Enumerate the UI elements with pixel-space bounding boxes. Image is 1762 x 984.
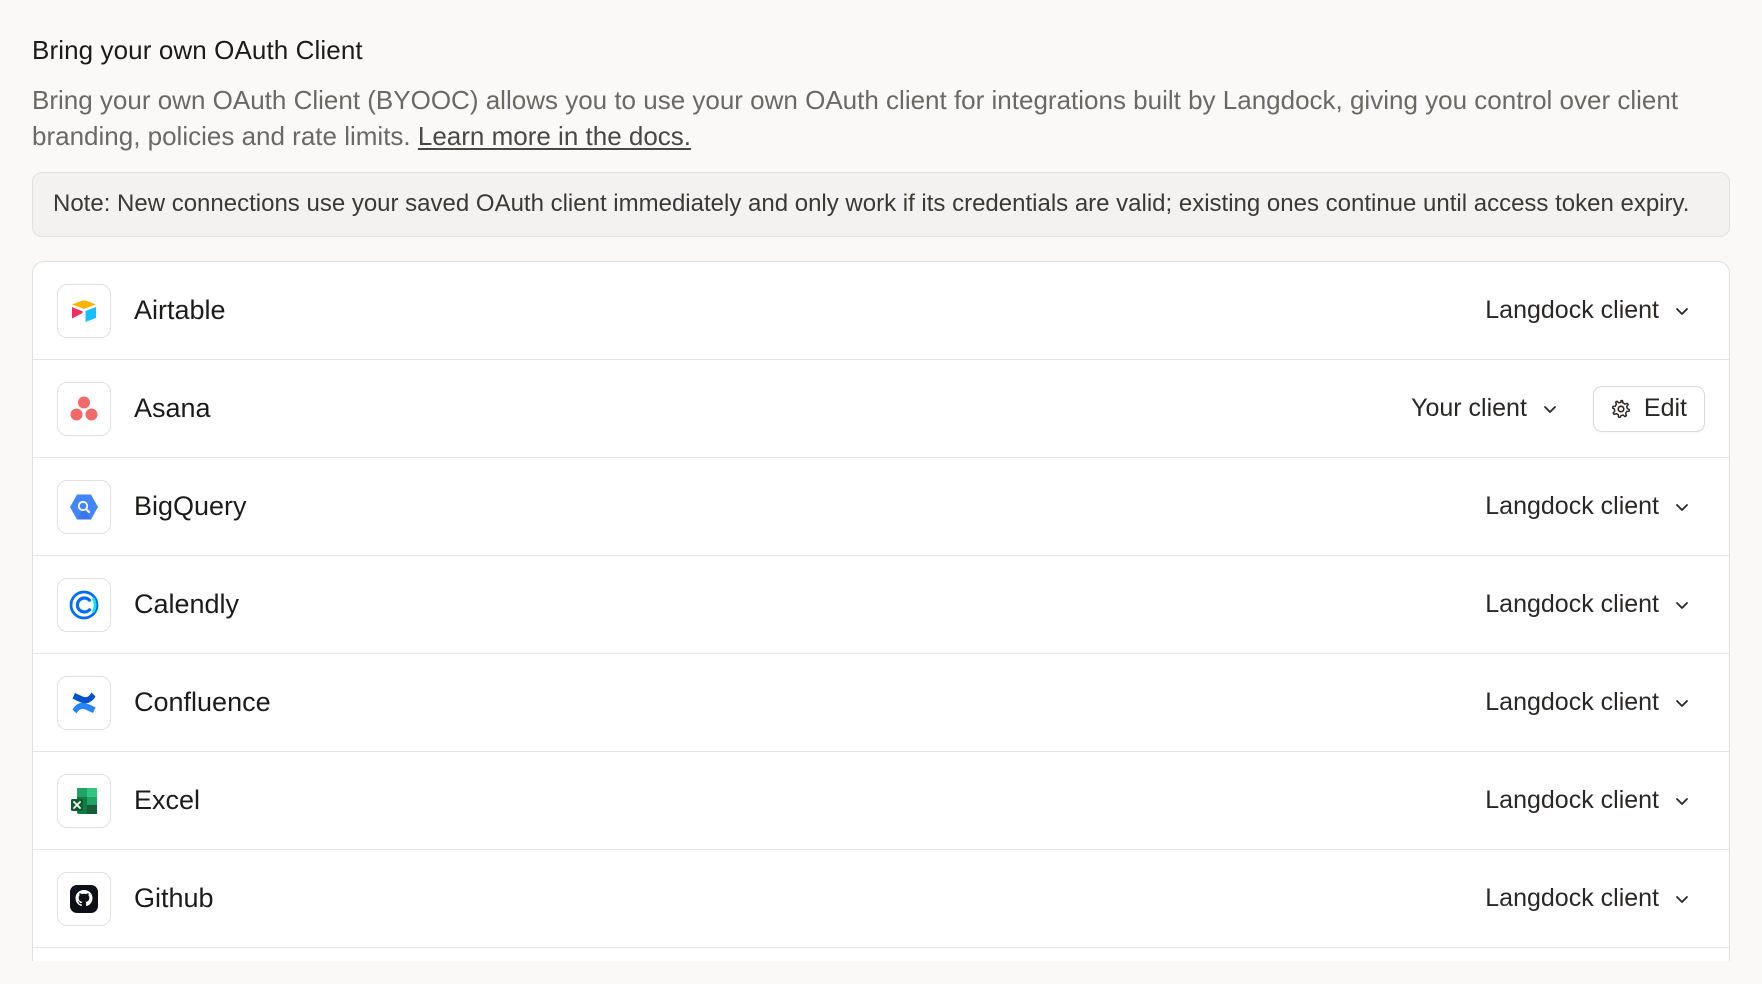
excel-icon (57, 773, 111, 828)
integration-name: Airtable (134, 295, 226, 325)
chevron-down-icon (1673, 694, 1691, 712)
integration-name: Confluence (134, 687, 271, 717)
gear-icon (1610, 398, 1632, 420)
edit-client-button[interactable]: Edit (1592, 385, 1705, 432)
chevron-down-icon (1673, 596, 1691, 614)
client-select[interactable]: Langdock client (1471, 680, 1705, 725)
github-icon (57, 871, 111, 926)
chevron-down-icon (1673, 890, 1691, 908)
integration-row-airtable: Airtable Langdock client (33, 262, 1729, 360)
integration-name: Github (134, 883, 214, 913)
integration-name: Asana (134, 393, 211, 423)
integration-row-excel: Excel Langdock client (33, 752, 1729, 850)
client-select[interactable]: Langdock client (1471, 288, 1705, 333)
integration-row-calendly: Calendly Langdock client (33, 556, 1729, 654)
client-select[interactable]: Langdock client (1471, 582, 1705, 627)
client-select-value: Langdock client (1485, 492, 1659, 520)
confluence-icon (57, 675, 111, 730)
client-select-value: Langdock client (1485, 296, 1659, 324)
section-title: Bring your own OAuth Client (32, 35, 363, 65)
byooc-settings-page: Bring your own OAuth Client Bring your o… (0, 0, 1762, 961)
chevron-down-icon (1673, 792, 1691, 810)
chevron-down-icon (1673, 498, 1691, 516)
section-description: Bring your own OAuth Client (BYOOC) allo… (32, 82, 1730, 154)
integration-row-asana: Asana Your client Edit (33, 360, 1729, 458)
asana-icon (57, 381, 111, 436)
chevron-down-icon (1541, 400, 1559, 418)
client-select-value: Langdock client (1485, 786, 1659, 814)
integration-name: Excel (134, 785, 201, 815)
client-select[interactable]: Langdock client (1471, 778, 1705, 823)
integration-name: Calendly (134, 589, 240, 619)
docs-link[interactable]: Learn more in the docs. (418, 121, 691, 151)
edit-button-label: Edit (1643, 394, 1687, 422)
client-select-value: Langdock client (1485, 590, 1659, 618)
airtable-icon (57, 283, 111, 338)
client-select-value: Your client (1411, 394, 1527, 422)
note-banner: Note: New connections use your saved OAu… (32, 172, 1730, 237)
bigquery-icon (57, 479, 111, 534)
integration-row-confluence: Confluence Langdock client (33, 654, 1729, 752)
client-select[interactable]: Langdock client (1471, 484, 1705, 529)
client-select[interactable]: Langdock client (1471, 876, 1705, 921)
client-select-value: Langdock client (1485, 688, 1659, 716)
calendly-icon (57, 577, 111, 632)
integration-name: BigQuery (134, 491, 247, 521)
client-select[interactable]: Your client (1397, 386, 1573, 431)
integrations-list: Airtable Langdock client Asana Your clie… (32, 261, 1730, 961)
description-text: Bring your own OAuth Client (BYOOC) allo… (32, 85, 1679, 151)
integration-row-github: Github Langdock client (33, 850, 1729, 948)
integration-row-bigquery: BigQuery Langdock client (33, 458, 1729, 556)
chevron-down-icon (1673, 302, 1691, 320)
client-select-value: Langdock client (1485, 884, 1659, 912)
